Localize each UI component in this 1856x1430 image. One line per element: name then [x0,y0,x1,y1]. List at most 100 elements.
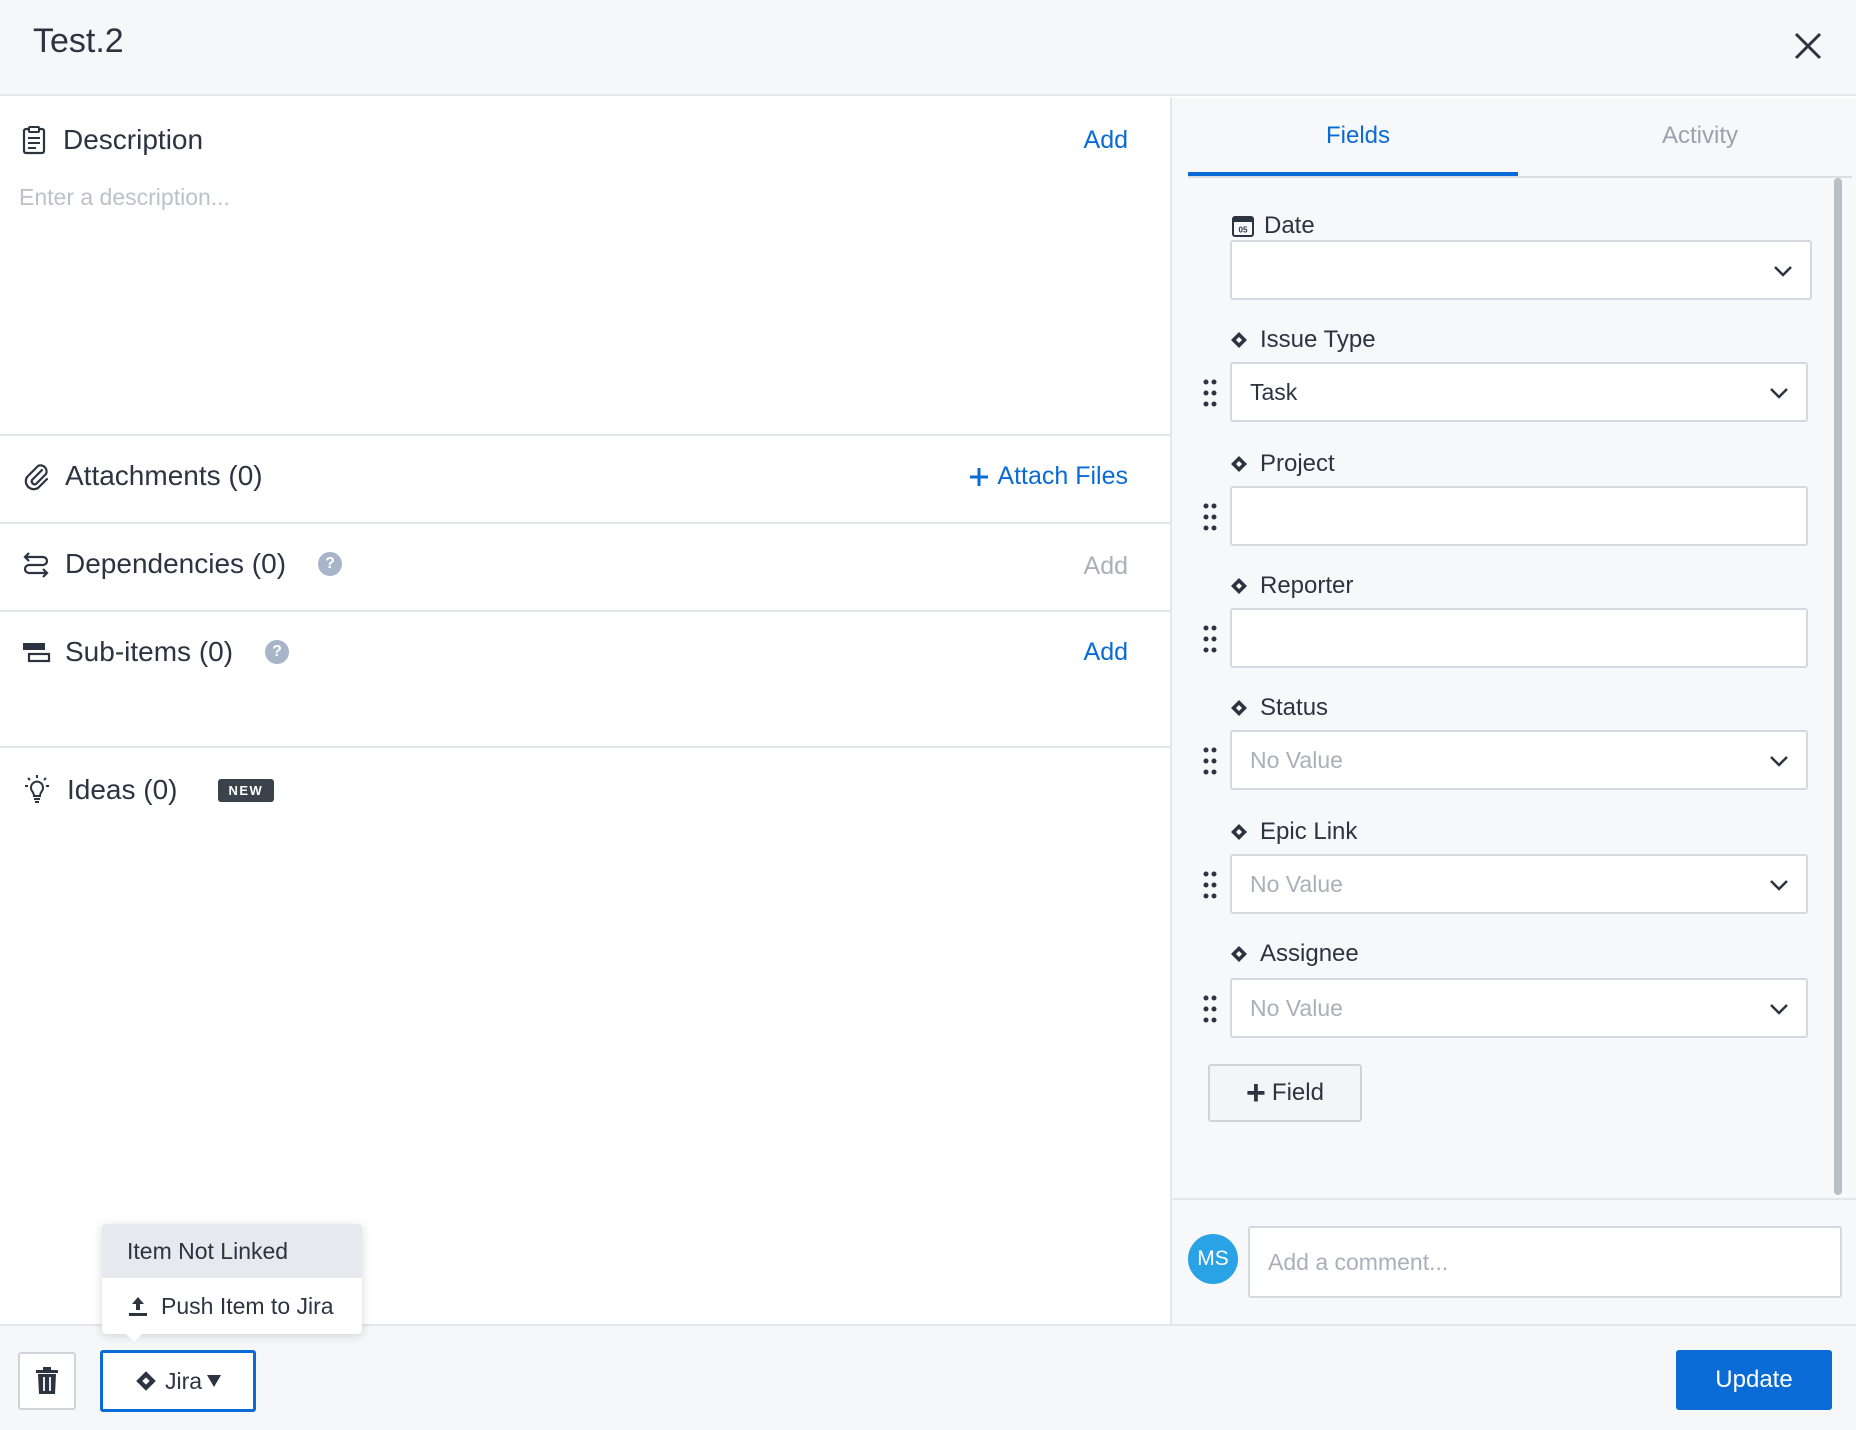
clipboard-icon [22,126,46,155]
item-title: Test.2 [33,22,124,60]
attach-files-label: Attach Files [997,462,1128,490]
epic-link-label-text: Epic Link [1260,818,1358,845]
reporter-input[interactable] [1230,608,1808,668]
project-label: Project [1230,450,1335,478]
status-label-text: Status [1260,694,1329,721]
chevron-down-icon [1770,388,1788,399]
project-input[interactable] [1230,486,1808,546]
chevron-down-icon [1770,880,1788,891]
drag-handle-icon[interactable] [1202,746,1218,776]
chevron-down-icon [1774,266,1792,277]
jira-dropdown-menu: Item Not Linked Push Item to Jira [102,1224,362,1342]
reporter-label-text: Reporter [1260,572,1354,599]
dependencies-section: Dependencies (0) ? Add [0,526,1170,612]
issue-type-value: Task [1250,378,1298,405]
right-panel: Fields Activity 05 Date Issue Type Task … [1172,98,1856,1324]
jira-diamond-icon [1231,332,1247,348]
menu-pointer [124,1332,144,1342]
plus-icon: + [1246,1074,1266,1112]
lightbulb-icon [25,775,49,803]
attachments-title: Attachments (0) [65,460,263,491]
status-label: Status [1230,694,1328,722]
dependencies-icon [23,552,49,578]
jira-diamond-icon [1231,946,1247,962]
ideas-title: Ideas (0) [67,774,178,805]
jira-diamond-icon [1231,456,1247,472]
chevron-down-icon [1770,1004,1788,1015]
issue-type-select[interactable]: Task [1230,362,1808,422]
epic-link-value: No Value [1250,870,1343,897]
assignee-label-text: Assignee [1260,940,1359,967]
drag-handle-icon[interactable] [1202,378,1218,408]
calendar-icon-text: 05 [1239,226,1248,235]
modal-header: Test.2 [0,0,1856,96]
reporter-label: Reporter [1230,572,1353,600]
attach-files-button[interactable]: Attach Files [969,462,1128,491]
dependencies-help-icon[interactable]: ? [318,552,343,576]
epic-link-select[interactable]: No Value [1230,854,1808,914]
jira-diamond-icon [1231,824,1247,840]
add-dependency-button[interactable]: Add [1084,552,1128,581]
subitems-header: Sub-items (0) ? [21,636,290,668]
add-field-label: Field [1271,1079,1324,1106]
attachments-section: Attachments (0) Attach Files [0,438,1170,524]
close-icon[interactable] [1786,24,1830,68]
description-title: Description [63,124,204,155]
jira-diamond-icon [1231,578,1247,594]
avatar: MS [1188,1234,1238,1284]
drag-handle-icon[interactable] [1202,502,1218,532]
date-select[interactable] [1230,240,1812,300]
assignee-select[interactable]: No Value [1230,978,1808,1038]
tab-activity[interactable]: Activity [1662,122,1738,150]
plus-icon [970,467,989,486]
add-subitem-button[interactable]: Add [1084,638,1128,667]
date-label-text: Date [1264,212,1315,239]
link-status-item: Item Not Linked [102,1224,362,1278]
subitems-section: Sub-items (0) ? Add [0,614,1170,748]
drag-handle-icon[interactable] [1202,624,1218,654]
description-input[interactable]: Enter a description... [19,184,230,211]
left-panel: Description Add Enter a description... A… [0,98,1170,1324]
issue-type-label: Issue Type [1230,326,1376,354]
description-section: Description Add Enter a description... [0,98,1170,436]
tab-fields[interactable]: Fields [1326,122,1390,150]
attachments-header: Attachments (0) [21,460,263,492]
scrollbar-thumb[interactable] [1834,178,1842,1195]
description-header: Description [19,124,203,156]
paperclip-icon [24,464,49,491]
trash-icon [36,1367,58,1394]
new-badge: NEW [217,778,275,802]
ideas-header: Ideas (0) NEW [21,774,275,806]
jira-menu-button[interactable]: Jira [100,1350,256,1412]
add-description-button[interactable]: Add [1084,126,1128,155]
status-select[interactable]: No Value [1230,730,1808,790]
subitems-help-icon[interactable]: ? [265,640,290,664]
issue-type-label-text: Issue Type [1260,326,1376,353]
fields-scrollbar[interactable] [1832,178,1844,1195]
project-label-text: Project [1260,450,1335,477]
assignee-value: No Value [1250,994,1343,1021]
drag-handle-icon[interactable] [1202,994,1218,1024]
status-value: No Value [1250,746,1343,773]
subitems-icon [23,643,51,663]
upload-icon [129,1297,147,1316]
chevron-down-icon [1770,756,1788,767]
tab-bar: Fields Activity [1188,98,1852,178]
jira-button-label: Jira [164,1367,203,1394]
add-field-button[interactable]: + Field [1208,1064,1362,1122]
push-to-jira-label: Push Item to Jira [161,1292,334,1319]
caret-down-icon [207,1375,222,1387]
dependencies-header: Dependencies (0) ? [21,548,343,580]
active-tab-indicator [1188,172,1518,176]
epic-link-label: Epic Link [1230,818,1357,846]
update-button[interactable]: Update [1676,1350,1832,1410]
calendar-icon: 05 [1232,216,1254,237]
assignee-label: Assignee [1230,940,1359,968]
jira-diamond-icon [136,1371,156,1391]
delete-button[interactable] [18,1352,76,1410]
dependencies-title: Dependencies (0) [65,548,287,579]
modal-footer: Jira Update [0,1324,1856,1430]
drag-handle-icon[interactable] [1202,870,1218,900]
push-to-jira-item[interactable]: Push Item to Jira [102,1278,362,1334]
comment-input[interactable] [1248,1226,1842,1298]
